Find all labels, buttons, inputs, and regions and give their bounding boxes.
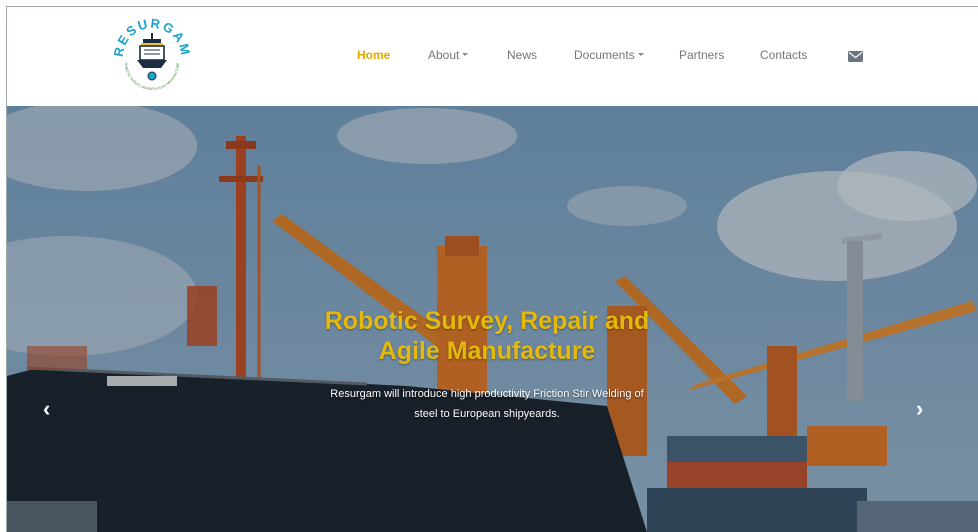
caret-down-icon [637, 53, 644, 57]
chevron-right-icon[interactable]: › [916, 398, 923, 420]
main-nav: Home About News Documents Partners Conta… [7, 7, 978, 106]
nav-news[interactable]: News [507, 48, 537, 62]
nav-about-label: About [428, 48, 460, 62]
hero-title-line-2: Agile Manufacture [378, 337, 596, 365]
nav-documents-label: Documents [574, 48, 635, 62]
hero-carousel: Robotic Survey, Repair and Agile Manufac… [7, 106, 978, 532]
navbar: RESURGAM ROBOTIC SURVEY, REPAIR & AGILE … [7, 7, 978, 106]
envelope-icon[interactable] [848, 49, 863, 62]
hero-subtitle-line-1: Resurgam will introduce high productivit… [330, 388, 644, 400]
hero-title-line-1: Robotic Survey, Repair and [324, 307, 650, 335]
hero-subtitle-line-2: steel to European shipyeards. [414, 408, 560, 420]
nav-home[interactable]: Home [357, 48, 390, 62]
caret-down-icon [462, 53, 469, 57]
page: RESURGAM ROBOTIC SURVEY, REPAIR & AGILE … [6, 6, 978, 532]
chevron-left-icon[interactable]: ‹ [43, 398, 50, 420]
hero-title: Robotic Survey, Repair and Agile Manufac… [147, 306, 827, 366]
nav-partners[interactable]: Partners [679, 48, 724, 62]
nav-contacts[interactable]: Contacts [760, 48, 807, 62]
hero-subtitle: Resurgam will introduce high productivit… [157, 384, 817, 424]
nav-documents[interactable]: Documents [574, 48, 644, 62]
nav-about[interactable]: About [428, 48, 469, 62]
